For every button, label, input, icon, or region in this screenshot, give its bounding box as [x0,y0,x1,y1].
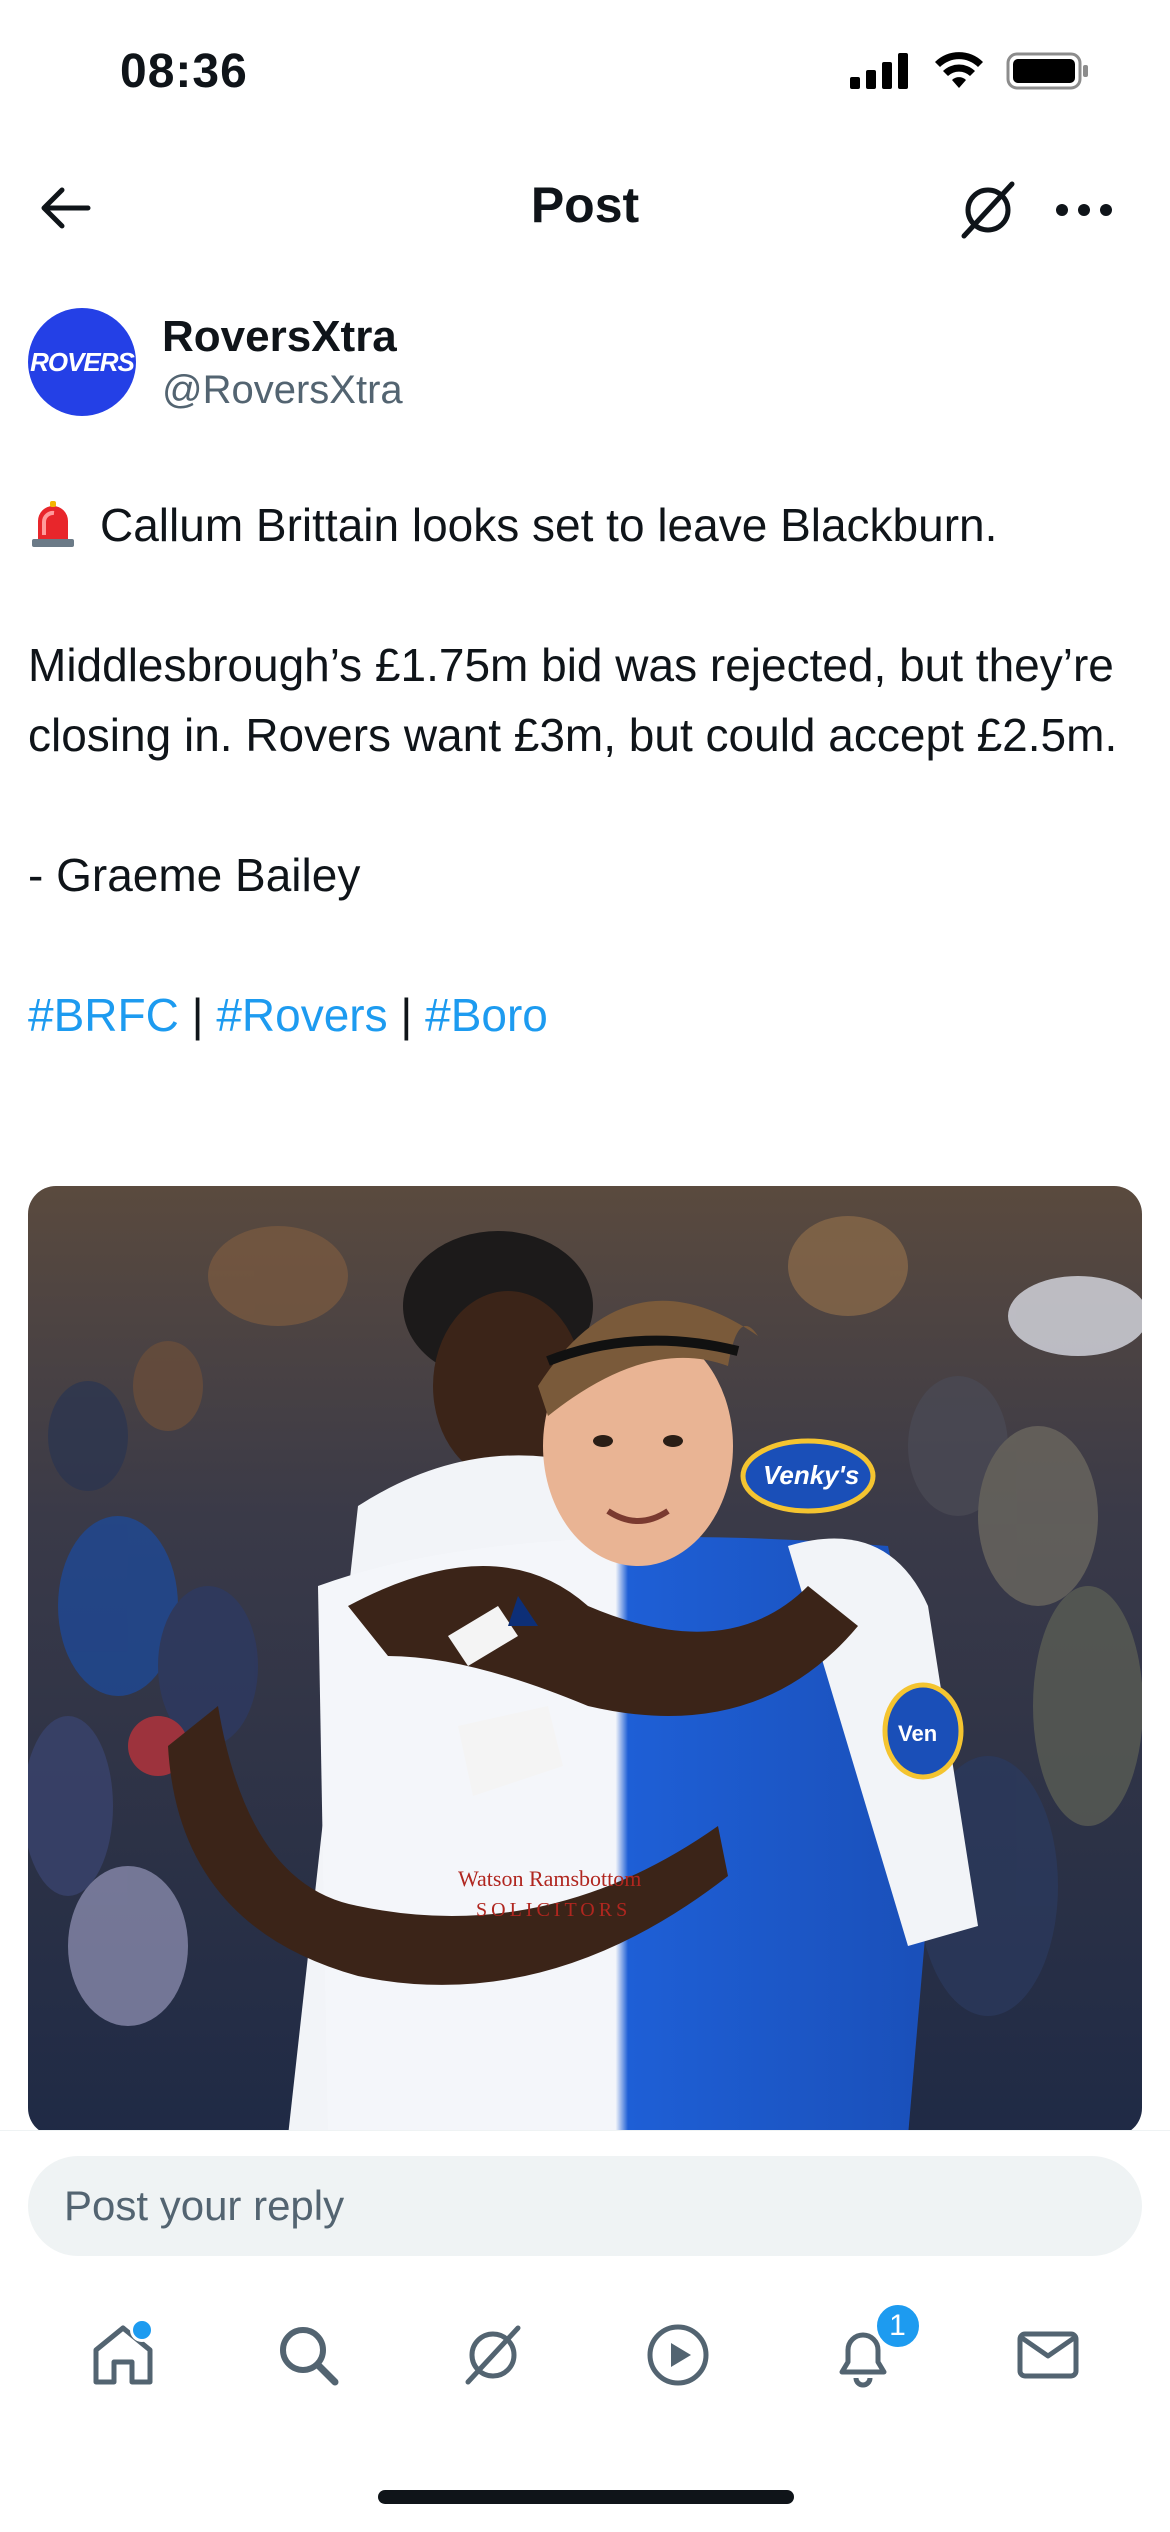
notifications-badge: 1 [873,2302,922,2350]
post-line-1-text: Callum Brittain looks set to leave Black… [100,499,998,551]
avatar[interactable]: ROVERS [28,308,136,416]
svg-text:Venky's: Venky's [763,1460,859,1490]
tab-search[interactable] [263,2310,353,2400]
more-button[interactable] [1046,172,1122,248]
grok-icon [961,181,1015,239]
svg-text:SOLICITORS: SOLICITORS [476,1899,631,1921]
more-horizontal-icon [1056,204,1112,216]
hashtag-boro[interactable]: #Boro [425,989,548,1041]
tab-home[interactable] [78,2310,168,2400]
post-paragraph-3: - Graeme Bailey [28,849,361,901]
hashtag-separator: | [400,989,413,1041]
grok-button[interactable] [950,172,1026,248]
tab-grok[interactable] [448,2310,538,2400]
post-text: Callum Brittain looks set to leave Black… [28,490,1138,1050]
messages-icon [1017,2331,1078,2379]
bottom-tab-bar: 1 [0,2280,1170,2430]
video-icon [647,2324,708,2386]
signal-icon [850,53,908,89]
reply-input[interactable]: Post your reply [28,2156,1142,2256]
post-line-1: Callum Brittain looks set to leave Black… [28,490,1138,560]
home-indicator [378,2490,794,2504]
search-icon [279,2327,338,2386]
battery-icon [1006,52,1088,90]
tab-notifications[interactable]: 1 [818,2302,922,2400]
hashtags: #BRFC | #Rovers | #Boro [28,980,1138,1050]
wifi-icon [935,52,983,88]
svg-text:Watson Ramsbottom: Watson Ramsbottom [458,1866,641,1891]
status-icons [850,52,1090,90]
tab-video[interactable] [633,2310,723,2400]
tab-messages[interactable] [1003,2310,1093,2400]
siren-emoji-icon [32,501,74,547]
status-time: 08:36 [120,45,248,98]
home-unread-dot [129,2318,154,2342]
svg-text:Ven: Ven [898,1721,937,1746]
author-name[interactable]: RoversXtra [162,312,397,362]
post-paragraph-2: Middlesbrough’s £1.75m bid was rejected,… [28,639,1118,761]
hashtag-rovers[interactable]: #Rovers [216,989,387,1041]
hashtag-separator: | [191,989,204,1041]
author-handle[interactable]: @RoversXtra [162,368,403,413]
grok-icon [465,2325,520,2385]
hashtag-brfc[interactable]: #BRFC [28,989,179,1041]
avatar-logo: ROVERS [30,346,135,377]
post-image[interactable]: Ven Venky's Watson Ramsbottom SOLICITORS [28,1186,1142,2136]
football-celebration-photo: Ven Venky's Watson Ramsbottom SOLICITORS [28,1186,1142,2136]
